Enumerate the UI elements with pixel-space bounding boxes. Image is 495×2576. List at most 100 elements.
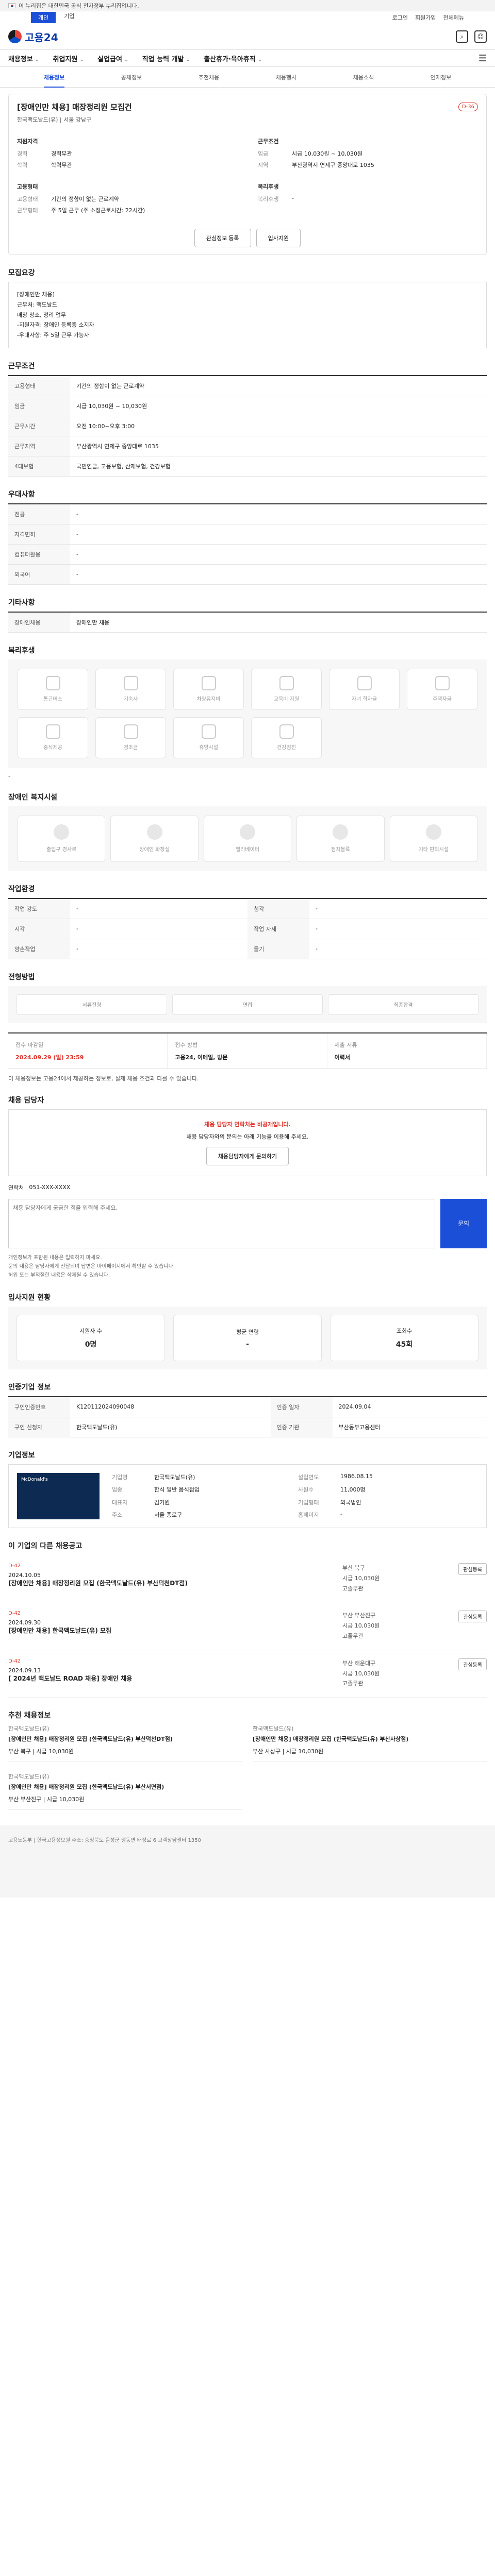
welfare-icon-grid: 통근버스 기숙사 차량유지비 교육비 지원 자녀 학자금 주택자금 중식제공 경… xyxy=(8,659,487,768)
gnb-item-jobs[interactable]: 채용정보 xyxy=(8,54,40,63)
add-interest-button[interactable]: 관심정보 등록 xyxy=(194,229,251,247)
cell-value: 기간의 정함이 없는 근로계약 xyxy=(70,375,487,396)
cell-label: 청각 xyxy=(248,898,309,919)
welfare-tile-label: 주택자금 xyxy=(433,697,452,703)
rec-card[interactable]: 한국맥도날드(유) [장애인만 채용] 매장정리원 모집 (한국맥도날드(유) 부… xyxy=(8,1724,242,1762)
disabled-section-title: 장애인 복지시설 xyxy=(8,793,58,802)
user-icon[interactable]: ☺ xyxy=(474,30,487,43)
list-item-title[interactable]: [장애인만 채용] 매장정리원 모집 (한국맥도날드(유) 부산덕천DT점) xyxy=(8,1579,342,1587)
subnav-item-talent[interactable]: 인재정보 xyxy=(431,73,451,81)
apply-button[interactable]: 입사지원 xyxy=(256,229,301,247)
work-type-value: 주 5일 근무 (주 소정근로시간: 22시간) xyxy=(51,207,145,214)
rec-title[interactable]: [장애인만 채용] 매장정리원 모집 (한국맥도날드(유) 부산덕천DT점) xyxy=(8,1735,242,1743)
subnav-item-recommend[interactable]: 추천채용 xyxy=(199,73,219,81)
company-label: 대표자 xyxy=(112,1499,128,1506)
employment-heading: 고용형태 xyxy=(17,183,38,190)
logo[interactable]: 고용24 xyxy=(8,29,58,44)
cell-label: 임금 xyxy=(8,396,70,416)
cell-value: - xyxy=(70,524,487,545)
qa-send-button[interactable]: 문의 xyxy=(440,1198,487,1248)
cell-label: 인증 기관 xyxy=(270,1417,333,1437)
favorite-button[interactable]: 관심등록 xyxy=(458,1658,487,1670)
toilet-icon xyxy=(146,824,162,840)
list-item-dday: D-42 xyxy=(8,1563,21,1569)
logo-mark-icon xyxy=(8,30,22,43)
rec-card[interactable]: 한국맥도날드(유) [장애인만 채용] 매장정리원 모집 (한국맥도날드(유) 부… xyxy=(8,1772,242,1810)
favorite-button[interactable]: 관심등록 xyxy=(458,1563,487,1575)
gnb-item-support[interactable]: 취업지원 xyxy=(53,54,85,63)
cell-value: 부산동부고용센터 xyxy=(332,1417,487,1437)
scholarship-icon xyxy=(357,676,372,691)
favorite-button[interactable]: 관심등록 xyxy=(458,1611,487,1623)
apply-method-label: 접수 방법 xyxy=(175,1041,198,1048)
list-item[interactable]: D-42 2024.09.13[ 2024년 맥도날드 ROAD 채용] 장애인 … xyxy=(8,1650,487,1698)
list-item-title[interactable]: [장애인만 채용] 한국맥도날드(유) 모집 xyxy=(8,1626,342,1635)
list-item-date: 2024.10.05 xyxy=(8,1571,41,1579)
subnav-item-public[interactable]: 공채정보 xyxy=(121,73,142,81)
region-label: 지역 xyxy=(258,162,269,168)
search-icon[interactable]: ⌕ xyxy=(456,30,468,43)
welfare-tile-label: 휴양시설 xyxy=(199,745,218,751)
login-link[interactable]: 로그인 xyxy=(392,13,408,22)
hamburger-icon[interactable]: ☰ xyxy=(478,53,487,64)
company-value: 한국맥도날드(유) xyxy=(154,1473,195,1481)
rec-card[interactable]: 한국맥도날드(유) [장애인만 채용] 매장정리원 모집 (한국맥도날드(유) 부… xyxy=(253,1724,487,1762)
welfare-tile: 주택자금 xyxy=(407,668,477,710)
subnav-item-jobs[interactable]: 채용정보 xyxy=(43,73,65,88)
tab-personal[interactable]: 개인 xyxy=(31,12,56,23)
list-item-dday: D-42 xyxy=(8,1611,21,1617)
education-label: 학력 xyxy=(17,162,28,168)
welfare-tile-label: 자녀 학자금 xyxy=(351,697,377,703)
list-item-title[interactable]: [ 2024년 맥도날드 ROAD 채용] 장애인 채용 xyxy=(8,1674,342,1683)
signup-link[interactable]: 회원가입 xyxy=(415,13,436,22)
company-value: 외국법인 xyxy=(340,1499,361,1506)
stat-label: 평균 연령 xyxy=(236,1328,259,1335)
tab-company[interactable]: 기업 xyxy=(64,12,74,23)
subnav-item-events[interactable]: 채용행사 xyxy=(276,73,296,81)
gnb-item-training[interactable]: 직업 능력 개발 xyxy=(142,54,191,63)
qa-notice-list: 개인정보가 포함된 내용은 입력하지 마세요. 문의 내용은 담당자에게 전달되… xyxy=(8,1253,487,1280)
apply-end-value: 2024.09.29 (일) 23:59 xyxy=(15,1054,84,1061)
list-item-meta: 부산 북구 xyxy=(342,1564,365,1571)
welfare-tile-label: 통근버스 xyxy=(43,697,62,703)
table-row: 근무시간 오전 10:00~오후 3:00 xyxy=(8,416,487,436)
house-icon xyxy=(435,676,450,691)
resort-icon xyxy=(201,724,216,739)
footer: 고용노동부 | 한국고용정보원 주소: 충청북도 음성군 맹동면 태정로 6 고… xyxy=(0,1825,495,1898)
table-row: 외국어 - xyxy=(8,564,487,585)
subnav-item-news[interactable]: 채용소식 xyxy=(353,73,374,81)
cell-label: 4대보험 xyxy=(8,456,70,477)
rec-title[interactable]: [장애인만 채용] 매장정리원 모집 (한국맥도날드(유) 부산사상점) xyxy=(253,1735,487,1743)
company-line: 한국맥도날드(유) | 서울 강남구 xyxy=(17,116,92,123)
gnb-item-leave[interactable]: 출산휴가·육아휴직 xyxy=(204,54,262,63)
cell-label: 들기 xyxy=(248,939,309,959)
list-item[interactable]: D-42 2024.09.30 [장애인만 채용] 한국맥도날드(유) 모집 부산 … xyxy=(8,1602,487,1650)
welfare-tile: 중식제공 xyxy=(18,717,88,758)
qa-notice-item: 개인정보가 포함된 내용은 입력하지 마세요. xyxy=(8,1255,102,1261)
stat-value: 45회 xyxy=(395,1340,413,1349)
list-item-meta: 부산 해운대구 xyxy=(342,1659,376,1667)
qa-input[interactable] xyxy=(8,1198,435,1248)
region-value: 부산광역시 연제구 중앙대로 1035 xyxy=(292,162,374,168)
cell-label: 구인 신청자 xyxy=(8,1417,70,1437)
work-type-label: 근무형태 xyxy=(17,207,38,214)
facility-tile-label: 장애인 화장실 xyxy=(139,847,170,853)
process-step: 면접 xyxy=(172,994,323,1015)
company-value: 1986.08.15 xyxy=(340,1472,373,1480)
table-row: 컴퓨터활용 - xyxy=(8,544,487,565)
list-item[interactable]: D-42 2024.10.05 [장애인만 채용] 매장정리원 모집 (한국맥도날드… xyxy=(8,1555,487,1603)
cell-value: 시급 10,030원 ~ 10,030원 xyxy=(70,396,487,416)
gnb-item-unemployment[interactable]: 실업급여 xyxy=(97,54,129,63)
rec-company: 한국맥도날드(유) xyxy=(8,1773,50,1781)
allmenu-link[interactable]: 전체메뉴 xyxy=(443,13,464,22)
cell-label: 시각 xyxy=(8,919,70,939)
manager-contact-button[interactable]: 채용담당자에게 문의하기 xyxy=(206,1146,289,1165)
gift-icon xyxy=(123,724,138,739)
company-label: 홈페이지 xyxy=(298,1512,319,1519)
career-value: 경력무관 xyxy=(51,150,72,157)
rec-title[interactable]: [장애인만 채용] 매장정리원 모집 (한국맥도날드(유) 부산서면점) xyxy=(8,1783,242,1791)
welfare-tile-label: 교육비 지원 xyxy=(273,697,300,703)
meal-icon xyxy=(45,724,60,739)
stat-value: - xyxy=(246,1340,249,1348)
cell-label: 전공 xyxy=(8,503,70,524)
